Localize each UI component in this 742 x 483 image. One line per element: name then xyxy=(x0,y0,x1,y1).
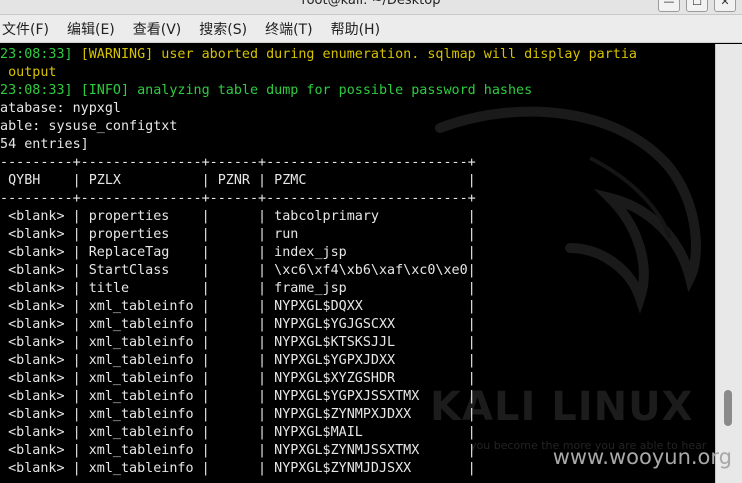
scrollbar-thumb[interactable] xyxy=(724,390,732,426)
table-border: +---------+---------------+------+------… xyxy=(0,155,476,170)
menu-help[interactable]: 帮助(H) xyxy=(331,19,380,39)
table-line: Table: sysuse_configtxt xyxy=(0,119,178,134)
close-button[interactable]: ✕ xyxy=(714,0,736,12)
menu-view[interactable]: 查看(V) xyxy=(133,19,182,39)
table-row: | <blank> | xml_tableinfo | | NYPXGL$YGJ… xyxy=(0,317,476,332)
menu-terminal[interactable]: 终端(T) xyxy=(265,19,312,39)
table-row: | <blank> | properties | | run | xyxy=(0,227,476,242)
table-row: | <blank> | ReplaceTag | | index_jsp | xyxy=(0,245,476,260)
table-row: | <blank> | properties | | tabcolprimary… xyxy=(0,209,476,224)
site-watermark: www.wooyun.org xyxy=(552,445,732,469)
terminal-scrollbar[interactable] xyxy=(715,44,742,483)
window-titlebar: root@kali: ~/Desktop — ☐ ✕ xyxy=(0,0,742,15)
table-row: | <blank> | xml_tableinfo | | NYPXGL$XYZ… xyxy=(0,371,476,386)
maximize-button[interactable]: ☐ xyxy=(686,0,708,12)
menu-bar: 文件(F) 编辑(E) 查看(V) 搜索(S) 终端(T) 帮助(H) xyxy=(0,15,742,43)
minimize-button[interactable]: — xyxy=(658,0,680,12)
window-controls: — ☐ ✕ xyxy=(658,0,736,12)
table-border: +---------+---------------+------+------… xyxy=(0,191,476,206)
menu-edit[interactable]: 编辑(E) xyxy=(67,19,115,39)
table-header: | QYBH | PZLX | PZNR | PZMC | xyxy=(0,173,476,188)
table-row: | <blank> | xml_tableinfo | | NYPXGL$KTS… xyxy=(0,335,476,350)
table-row: | <blank> | xml_tableinfo | | NYPXGL$YGP… xyxy=(0,353,476,368)
log-timestamp: [23:08:33] xyxy=(0,47,73,62)
terminal-text: [23:08:33] [WARNING] user aborted during… xyxy=(0,46,637,478)
table-row: | <blank> | StartClass | | \xc6\xf4\xb6\… xyxy=(0,263,476,278)
entries-line: [54 entries] xyxy=(0,137,89,152)
table-row: | <blank> | title | | frame_jsp | xyxy=(0,281,476,296)
log-message: [INFO] analyzing table dump for possible… xyxy=(80,83,533,98)
database-line: Database: nypxgl xyxy=(0,101,121,116)
window-title: root@kali: ~/Desktop xyxy=(301,0,441,8)
menu-file[interactable]: 文件(F) xyxy=(2,19,49,39)
table-row: | <blank> | xml_tableinfo | | NYPXGL$ZYN… xyxy=(0,461,476,476)
table-row: | <blank> | xml_tableinfo | | NYPXGL$MAI… xyxy=(0,425,476,440)
table-row: | <blank> | xml_tableinfo | | NYPXGL$ZYN… xyxy=(0,407,476,422)
terminal-output[interactable]: KALI LINUX you become the more you are a… xyxy=(0,44,716,483)
log-message: [WARNING] user aborted during enumeratio… xyxy=(80,47,637,62)
table-row: | <blank> | xml_tableinfo | | NYPXGL$DQX… xyxy=(0,299,476,314)
log-timestamp: [23:08:33] xyxy=(0,83,73,98)
menu-search[interactable]: 搜索(S) xyxy=(199,19,247,39)
table-row: | <blank> | xml_tableinfo | | NYPXGL$YGP… xyxy=(0,389,476,404)
table-row: | <blank> | xml_tableinfo | | NYPXGL$ZYN… xyxy=(0,443,476,458)
log-message-continued: l output xyxy=(0,65,57,80)
